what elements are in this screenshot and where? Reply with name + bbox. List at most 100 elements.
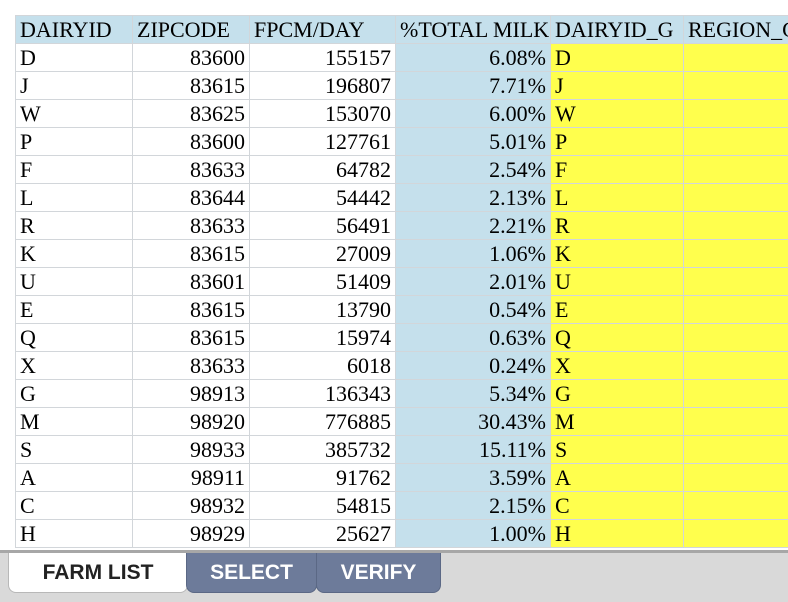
cell-fpcm-day[interactable]: 25627 — [249, 519, 396, 548]
cell-fpcm-day[interactable]: 776885 — [249, 407, 396, 436]
cell-zipcode[interactable]: 83600 — [132, 127, 250, 156]
cell-region-g[interactable] — [683, 295, 788, 324]
cell-total-milk[interactable]: 0.63% — [395, 323, 551, 352]
cell-region-g[interactable] — [683, 407, 788, 436]
cell-region-g[interactable] — [683, 267, 788, 296]
tab-verify[interactable]: VERIFY — [316, 553, 441, 593]
cell-total-milk[interactable]: 1.00% — [395, 519, 551, 548]
cell-dairyid[interactable]: F — [15, 155, 133, 184]
cell-total-milk[interactable]: 2.21% — [395, 211, 551, 240]
cell-dairyid-g[interactable]: H — [550, 519, 684, 548]
cell-zipcode[interactable]: 83625 — [132, 99, 250, 128]
col-header-dairyid[interactable]: DAIRYID — [15, 15, 133, 44]
cell-region-g[interactable] — [683, 463, 788, 492]
cell-dairyid[interactable]: S — [15, 435, 133, 464]
cell-dairyid-g[interactable]: M — [550, 407, 684, 436]
cell-region-g[interactable] — [683, 155, 788, 184]
cell-dairyid[interactable]: U — [15, 267, 133, 296]
cell-region-g[interactable] — [683, 379, 788, 408]
cell-zipcode[interactable]: 83601 — [132, 267, 250, 296]
cell-fpcm-day[interactable]: 15974 — [249, 323, 396, 352]
cell-dairyid-g[interactable]: J — [550, 71, 684, 100]
cell-dairyid[interactable]: R — [15, 211, 133, 240]
cell-zipcode[interactable]: 83615 — [132, 71, 250, 100]
cell-dairyid[interactable]: H — [15, 519, 133, 548]
cell-fpcm-day[interactable]: 51409 — [249, 267, 396, 296]
cell-zipcode[interactable]: 98932 — [132, 491, 250, 520]
cell-dairyid[interactable]: E — [15, 295, 133, 324]
cell-total-milk[interactable]: 2.01% — [395, 267, 551, 296]
cell-region-g[interactable] — [683, 183, 788, 212]
cell-region-g[interactable] — [683, 491, 788, 520]
col-header-dairyid-g[interactable]: DAIRYID_G — [550, 15, 684, 44]
cell-zipcode[interactable]: 83615 — [132, 239, 250, 268]
cell-fpcm-day[interactable]: 54815 — [249, 491, 396, 520]
cell-zipcode[interactable]: 83633 — [132, 351, 250, 380]
cell-fpcm-day[interactable]: 153070 — [249, 99, 396, 128]
cell-total-milk[interactable]: 0.24% — [395, 351, 551, 380]
cell-zipcode[interactable]: 98929 — [132, 519, 250, 548]
cell-region-g[interactable] — [683, 351, 788, 380]
cell-fpcm-day[interactable]: 13790 — [249, 295, 396, 324]
cell-region-g[interactable] — [683, 519, 788, 548]
cell-dairyid[interactable]: M — [15, 407, 133, 436]
cell-dairyid[interactable]: J — [15, 71, 133, 100]
cell-dairyid-g[interactable]: R — [550, 211, 684, 240]
cell-zipcode[interactable]: 83615 — [132, 295, 250, 324]
cell-dairyid-g[interactable]: E — [550, 295, 684, 324]
col-header-fpcm-day[interactable]: FPCM/DAY — [249, 15, 396, 44]
cell-region-g[interactable] — [683, 435, 788, 464]
cell-dairyid-g[interactable]: C — [550, 491, 684, 520]
cell-zipcode[interactable]: 83644 — [132, 183, 250, 212]
cell-dairyid-g[interactable]: Q — [550, 323, 684, 352]
cell-total-milk[interactable]: 6.08% — [395, 43, 551, 72]
cell-dairyid[interactable]: X — [15, 351, 133, 380]
spreadsheet-grid[interactable]: DAIRYID ZIPCODE FPCM/DAY %TOTAL MILK DAI… — [0, 0, 788, 550]
cell-dairyid-g[interactable]: G — [550, 379, 684, 408]
cell-region-g[interactable] — [683, 71, 788, 100]
cell-dairyid-g[interactable]: S — [550, 435, 684, 464]
cell-dairyid[interactable]: C — [15, 491, 133, 520]
cell-fpcm-day[interactable]: 6018 — [249, 351, 396, 380]
cell-zipcode[interactable]: 83633 — [132, 155, 250, 184]
cell-fpcm-day[interactable]: 136343 — [249, 379, 396, 408]
cell-dairyid[interactable]: P — [15, 127, 133, 156]
cell-total-milk[interactable]: 2.13% — [395, 183, 551, 212]
cell-total-milk[interactable]: 2.15% — [395, 491, 551, 520]
cell-dairyid-g[interactable]: A — [550, 463, 684, 492]
cell-region-g[interactable] — [683, 323, 788, 352]
col-header-total-milk[interactable]: %TOTAL MILK — [395, 15, 551, 44]
cell-fpcm-day[interactable]: 27009 — [249, 239, 396, 268]
cell-total-milk[interactable]: 15.11% — [395, 435, 551, 464]
cell-zipcode[interactable]: 83633 — [132, 211, 250, 240]
cell-dairyid[interactable]: W — [15, 99, 133, 128]
cell-zipcode[interactable]: 98920 — [132, 407, 250, 436]
cell-dairyid[interactable]: A — [15, 463, 133, 492]
cell-region-g[interactable] — [683, 127, 788, 156]
cell-region-g[interactable] — [683, 99, 788, 128]
cell-dairyid[interactable]: L — [15, 183, 133, 212]
cell-total-milk[interactable]: 0.54% — [395, 295, 551, 324]
cell-zipcode[interactable]: 83615 — [132, 323, 250, 352]
cell-fpcm-day[interactable]: 127761 — [249, 127, 396, 156]
cell-region-g[interactable] — [683, 211, 788, 240]
cell-region-g[interactable] — [683, 239, 788, 268]
cell-total-milk[interactable]: 5.01% — [395, 127, 551, 156]
cell-total-milk[interactable]: 5.34% — [395, 379, 551, 408]
cell-region-g[interactable] — [683, 43, 788, 72]
col-header-zipcode[interactable]: ZIPCODE — [132, 15, 250, 44]
cell-zipcode[interactable]: 98913 — [132, 379, 250, 408]
cell-fpcm-day[interactable]: 64782 — [249, 155, 396, 184]
cell-dairyid-g[interactable]: U — [550, 267, 684, 296]
cell-zipcode[interactable]: 98911 — [132, 463, 250, 492]
cell-fpcm-day[interactable]: 54442 — [249, 183, 396, 212]
cell-dairyid-g[interactable]: P — [550, 127, 684, 156]
cell-dairyid-g[interactable]: L — [550, 183, 684, 212]
cell-dairyid-g[interactable]: W — [550, 99, 684, 128]
cell-total-milk[interactable]: 6.00% — [395, 99, 551, 128]
cell-zipcode[interactable]: 83600 — [132, 43, 250, 72]
cell-dairyid[interactable]: D — [15, 43, 133, 72]
cell-fpcm-day[interactable]: 56491 — [249, 211, 396, 240]
cell-total-milk[interactable]: 7.71% — [395, 71, 551, 100]
cell-dairyid-g[interactable]: F — [550, 155, 684, 184]
